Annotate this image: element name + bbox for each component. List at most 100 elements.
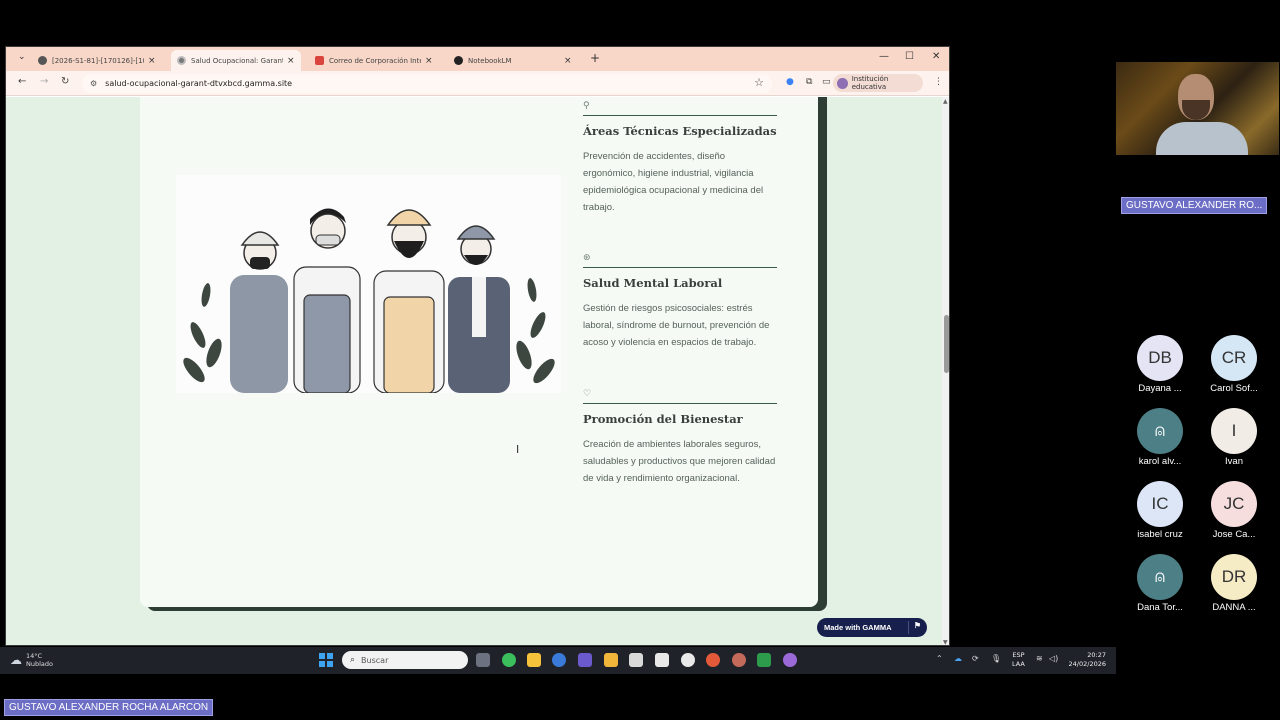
forward-icon[interactable]: → bbox=[40, 76, 48, 87]
avatar: DB bbox=[1137, 335, 1183, 381]
participant-name: isabel cruz bbox=[1137, 529, 1183, 540]
tab-label: [2026-S1-81]-[170126]-[101]: A bbox=[52, 56, 144, 65]
whatsapp-icon[interactable] bbox=[502, 653, 516, 667]
workers-illustration-svg bbox=[183, 208, 555, 394]
url-text: salud-ocupacional-garant-dtvxbcd.gamma.s… bbox=[105, 79, 293, 88]
extension-dot-icon[interactable]: ● bbox=[786, 77, 794, 87]
microphone-icon[interactable]: 🎙 bbox=[991, 654, 1001, 663]
scrollbar-thumb[interactable] bbox=[944, 315, 949, 373]
close-tab-icon[interactable]: × bbox=[287, 56, 295, 66]
speaker-video bbox=[1116, 62, 1279, 155]
start-button[interactable] bbox=[319, 653, 333, 667]
tab-correo[interactable]: Correo de Corporación Interna × bbox=[309, 50, 439, 71]
gamma-icon bbox=[177, 56, 186, 65]
close-tab-icon[interactable]: × bbox=[425, 56, 433, 66]
volume-icon[interactable]: ◁) bbox=[1049, 654, 1058, 663]
site-info-icon[interactable]: ⚙ bbox=[90, 79, 97, 88]
screen: ⌄ [2026-S1-81]-[170126]-[101]: A × Salud… bbox=[0, 0, 1280, 720]
feature-title: Promoción del Bienestar bbox=[583, 412, 743, 426]
copilot-icon[interactable] bbox=[552, 653, 566, 667]
excel-icon[interactable] bbox=[757, 653, 771, 667]
participant-tile[interactable]: ⍝ Dana Tor... bbox=[1130, 554, 1190, 613]
chevron-up-icon[interactable]: ⌃ bbox=[936, 654, 943, 663]
close-tab-icon[interactable]: × bbox=[148, 56, 156, 66]
divider bbox=[583, 115, 777, 116]
participant-name: Dayana ... bbox=[1138, 383, 1182, 394]
snipping-tool-icon[interactable] bbox=[655, 653, 669, 667]
clock-time: 20:27 bbox=[1087, 651, 1106, 659]
made-with-gamma-badge[interactable]: Made with GAMMA ⚑ bbox=[817, 618, 927, 637]
avatar: CR bbox=[1211, 335, 1257, 381]
store-icon[interactable] bbox=[629, 653, 643, 667]
close-tab-icon[interactable]: × bbox=[564, 56, 572, 66]
feature-promocion-bienestar: ♡ Promoción del Bienestar Creación de am… bbox=[583, 389, 779, 487]
chrome-profile-icon[interactable] bbox=[706, 653, 720, 667]
language-code: ESP bbox=[1012, 651, 1025, 659]
participant-tile[interactable]: JC Jose Ca... bbox=[1204, 481, 1264, 540]
system-clock[interactable]: 20:27 24/02/2026 bbox=[1068, 651, 1106, 669]
new-tab-icon[interactable]: + bbox=[590, 51, 600, 65]
cloud-icon: ☁ bbox=[10, 653, 22, 667]
weather-widget[interactable]: ☁ 14°C Nublado bbox=[10, 652, 53, 668]
taskbar-search[interactable]: ⌕ Buscar bbox=[342, 651, 468, 669]
participant-name: DANNA ... bbox=[1212, 602, 1256, 613]
minimize-icon[interactable]: — bbox=[879, 51, 889, 62]
clock-date: 24/02/2026 bbox=[1068, 660, 1106, 668]
keyboard-layout: LAA bbox=[1012, 660, 1025, 668]
tab-strip: ⌄ [2026-S1-81]-[170126]-[101]: A × Salud… bbox=[6, 47, 949, 71]
reload-icon[interactable]: ↻ bbox=[61, 76, 69, 87]
badge-separator bbox=[908, 621, 909, 634]
scroll-up-icon[interactable]: ▲ bbox=[943, 98, 948, 105]
tab-search-dropdown-icon[interactable]: ⌄ bbox=[18, 52, 26, 62]
participant-tile[interactable]: ⍝ karol alv... bbox=[1130, 408, 1190, 467]
onedrive-icon[interactable]: ☁ bbox=[954, 654, 962, 663]
tab-groups-icon[interactable]: ▭ bbox=[822, 77, 831, 87]
wifi-icon[interactable]: ≋ bbox=[1036, 654, 1043, 663]
divider bbox=[583, 267, 777, 268]
feature-areas-tecnicas: ⚲ Áreas Técnicas Especializadas Prevenci… bbox=[583, 101, 779, 216]
files-icon[interactable] bbox=[527, 653, 541, 667]
browser-toolbar: ← → ↻ ⚙ salud-ocupacional-garant-dtvxbcd… bbox=[6, 71, 949, 96]
notebooklm-icon bbox=[454, 56, 463, 65]
participant-tile[interactable]: CR Carol Sof... bbox=[1204, 335, 1264, 394]
task-view-icon[interactable] bbox=[476, 653, 490, 667]
flag-icon[interactable]: ⚑ bbox=[914, 621, 921, 630]
windows-taskbar: ☁ 14°C Nublado ⌕ Buscar ⌃ ☁ ⟳ 🎙 ESP LAA … bbox=[0, 647, 1116, 674]
tab-salud-ocupacional[interactable]: Salud Ocupacional: Garantizando × bbox=[171, 50, 301, 71]
tab-notebooklm[interactable]: NotebookLM × bbox=[448, 50, 578, 71]
tab-label: Salud Ocupacional: Garantizando bbox=[191, 56, 283, 65]
back-icon[interactable]: ← bbox=[18, 76, 26, 87]
feature-description: Creación de ambientes laborales seguros,… bbox=[583, 439, 776, 484]
avatar bbox=[837, 77, 848, 89]
heart-icon: ♡ bbox=[583, 389, 592, 399]
bookmark-star-icon[interactable]: ☆ bbox=[754, 76, 764, 89]
language-indicator[interactable]: ESP LAA bbox=[1012, 651, 1025, 669]
text-cursor-icon: I bbox=[516, 443, 520, 456]
participant-tile[interactable]: DB Dayana ... bbox=[1130, 335, 1190, 394]
file-explorer-icon[interactable] bbox=[604, 653, 618, 667]
scroll-down-icon[interactable]: ▼ bbox=[943, 639, 948, 645]
teams-icon[interactable] bbox=[578, 653, 592, 667]
participant-name: karol alv... bbox=[1138, 456, 1182, 467]
chrome-active-icon[interactable] bbox=[783, 653, 797, 667]
extensions-icon[interactable]: ⧉ bbox=[806, 77, 812, 87]
sync-icon[interactable]: ⟳ bbox=[972, 654, 979, 663]
participant-tile[interactable]: IC isabel cruz bbox=[1130, 481, 1190, 540]
participant-tile[interactable]: DR DANNA ... bbox=[1204, 554, 1264, 613]
address-bar[interactable]: ⚙ salud-ocupacional-garant-dtvxbcd.gamma… bbox=[82, 74, 772, 93]
chrome-icon[interactable] bbox=[681, 653, 695, 667]
close-window-icon[interactable]: ✕ bbox=[932, 51, 940, 62]
chrome-profile-2-icon[interactable] bbox=[732, 653, 746, 667]
weather-temp: 14°C bbox=[26, 652, 43, 660]
page-scrollbar[interactable]: ▲ ▼ bbox=[942, 97, 949, 645]
feature-description: Gestión de riesgos psicosociales: estrés… bbox=[583, 303, 770, 348]
user-icon: ⍝ bbox=[1137, 554, 1183, 600]
maximize-icon[interactable]: ☐ bbox=[905, 51, 914, 62]
page-viewport: ⚲ Áreas Técnicas Especializadas Prevenci… bbox=[6, 97, 942, 645]
participant-name: Dana Tor... bbox=[1137, 602, 1183, 613]
more-menu-icon[interactable]: ⋮ bbox=[934, 77, 943, 87]
profile-chip[interactable]: Institución educativa bbox=[833, 74, 923, 92]
participant-tile[interactable]: I Ivan bbox=[1204, 408, 1264, 467]
tab-label: NotebookLM bbox=[468, 56, 512, 65]
tab-course[interactable]: [2026-S1-81]-[170126]-[101]: A × bbox=[32, 50, 162, 71]
